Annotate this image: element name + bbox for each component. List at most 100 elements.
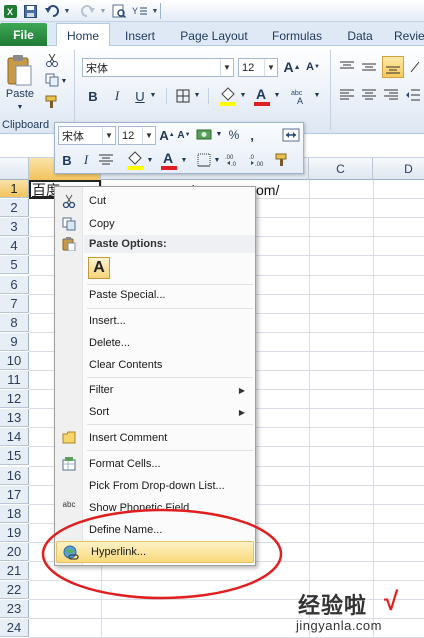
redo-icon[interactable] [77, 3, 97, 19]
mini-fill-color-dropdown-icon[interactable]: ▼ [146, 155, 154, 165]
align-middle-icon[interactable] [360, 58, 378, 76]
font-size-combo[interactable]: 12 ▼ [238, 58, 278, 77]
mini-borders-icon[interactable] [195, 151, 213, 169]
mini-font-size-dropdown-icon[interactable]: ▼ [142, 127, 155, 144]
mini-font-size-combo[interactable]: 12 ▼ [118, 126, 156, 145]
row-header-7[interactable]: 7 [0, 294, 29, 313]
font-name-combo[interactable]: 宋体 ▼ [82, 58, 234, 77]
row-header-10[interactable]: 10 [0, 351, 29, 370]
mini-grow-font-icon[interactable]: A ▲ [159, 126, 175, 144]
row-header-12[interactable]: 12 [0, 390, 29, 409]
italic-button[interactable]: I [108, 86, 126, 106]
menu-item-cut[interactable]: Cut [55, 190, 255, 212]
tab-data[interactable]: Data [340, 26, 380, 46]
mini-percent-button[interactable]: % [227, 126, 241, 144]
undo-icon[interactable] [43, 3, 63, 19]
mini-format-painter-icon[interactable] [273, 151, 291, 169]
row-header-19[interactable]: 19 [0, 523, 29, 542]
shrink-font-icon[interactable]: A ▼ [304, 57, 322, 77]
mini-align-center-icon[interactable] [97, 151, 115, 169]
menu-item-paste-special[interactable]: Paste Special... [55, 284, 255, 306]
row-header-11[interactable]: 11 [0, 371, 29, 389]
menu-item-pick-from-list[interactable]: Pick From Drop-down List... [55, 475, 255, 497]
fill-color-icon[interactable] [218, 85, 238, 107]
redo-dropdown-icon[interactable]: ▼ [99, 3, 107, 19]
tab-file[interactable]: File [0, 23, 47, 46]
font-color-dropdown-icon[interactable]: ▼ [273, 90, 281, 100]
mini-increase-decimal-icon[interactable]: .00.0 [225, 151, 247, 169]
tab-insert[interactable]: Insert [116, 26, 164, 46]
mini-font-color-icon[interactable]: A [159, 149, 179, 171]
borders-icon[interactable] [174, 87, 192, 105]
mini-decrease-decimal-icon[interactable]: .0.00 [249, 151, 271, 169]
select-all-corner[interactable] [0, 158, 29, 180]
menu-item-filter[interactable]: Filter ▶ [55, 379, 255, 401]
menu-item-format-cells[interactable]: Format Cells... [55, 453, 255, 475]
align-top-icon[interactable] [338, 58, 356, 76]
mini-shrink-font-icon[interactable]: A ▼ [177, 126, 191, 144]
orientation-icon[interactable] [408, 58, 422, 76]
menu-item-copy[interactable]: Copy [55, 213, 255, 235]
font-name-dropdown-icon[interactable]: ▼ [220, 59, 233, 76]
column-header-d[interactable]: D [373, 158, 424, 180]
mini-font-color-dropdown-icon[interactable]: ▼ [180, 155, 188, 165]
row-header-17[interactable]: 17 [0, 485, 29, 504]
row-header-21[interactable]: 21 [0, 562, 29, 580]
row-header-18[interactable]: 18 [0, 504, 29, 523]
row-header-24[interactable]: 24 [0, 619, 29, 638]
phonetic-guide-icon[interactable]: abc A [290, 86, 312, 106]
align-bottom-icon[interactable] [382, 56, 404, 78]
copy-icon[interactable] [44, 72, 60, 88]
cut-icon[interactable] [44, 52, 60, 68]
mini-fill-color-icon[interactable] [125, 149, 145, 171]
row-header-15[interactable]: 15 [0, 447, 29, 466]
paste-button-label[interactable]: Paste [3, 86, 37, 102]
tab-review[interactable]: Revie [394, 26, 424, 46]
menu-item-delete[interactable]: Delete... [55, 332, 255, 354]
fill-color-dropdown-icon[interactable]: ▼ [239, 90, 247, 100]
phonetic-dropdown-icon[interactable]: ▼ [313, 90, 321, 100]
borders-dropdown-icon[interactable]: ▼ [193, 90, 201, 100]
menu-item-insert[interactable]: Insert... [55, 310, 255, 332]
menu-item-clear-contents[interactable]: Clear Contents [55, 354, 255, 376]
mini-font-name-combo[interactable]: 宋体 ▼ [58, 126, 116, 145]
paste-dropdown-icon[interactable]: ▼ [12, 102, 28, 112]
decrease-indent-icon[interactable] [404, 86, 422, 104]
row-header-6[interactable]: 6 [0, 275, 29, 294]
row-header-5[interactable]: 5 [0, 256, 29, 275]
row-header-13[interactable]: 13 [0, 409, 29, 428]
align-center-icon[interactable] [360, 86, 378, 104]
copy-dropdown-icon[interactable]: ▼ [60, 76, 68, 86]
bold-button[interactable]: B [84, 86, 102, 106]
grow-font-icon[interactable]: A ▲ [283, 57, 301, 77]
menu-item-sort[interactable]: Sort ▶ [55, 401, 255, 423]
mini-borders-dropdown-icon[interactable]: ▼ [213, 155, 221, 165]
mini-accounting-dropdown-icon[interactable]: ▼ [215, 129, 223, 139]
tab-page-layout[interactable]: Page Layout [176, 26, 252, 46]
excel-app-icon[interactable]: X [3, 3, 17, 19]
filter-sort-icon[interactable]: Y [131, 3, 149, 19]
customize-qat-icon[interactable]: ▼ [151, 3, 159, 19]
tab-home[interactable]: Home [56, 23, 110, 47]
row-header-4[interactable]: 4 [0, 237, 29, 256]
tab-formulas[interactable]: Formulas [264, 26, 330, 46]
row-header-16[interactable]: 16 [0, 466, 29, 485]
mini-italic-button[interactable]: I [79, 151, 93, 169]
paste-option-keep-text-button[interactable]: A [88, 257, 110, 279]
underline-dropdown-icon[interactable]: ▼ [149, 90, 157, 100]
mini-bold-button[interactable]: B [59, 151, 75, 169]
row-header-20[interactable]: 20 [0, 542, 29, 561]
mini-font-name-dropdown-icon[interactable]: ▼ [102, 127, 115, 144]
undo-dropdown-icon[interactable]: ▼ [63, 3, 71, 19]
mini-merge-center-icon[interactable] [281, 126, 301, 144]
row-header-8[interactable]: 8 [0, 313, 29, 332]
column-header-c[interactable]: C [309, 158, 373, 180]
font-color-icon[interactable]: A [252, 85, 272, 107]
align-left-icon[interactable] [338, 86, 356, 104]
mini-accounting-format-icon[interactable] [195, 126, 215, 144]
row-header-23[interactable]: 23 [0, 600, 29, 619]
print-preview-icon[interactable] [111, 3, 127, 19]
format-painter-icon[interactable] [44, 94, 60, 110]
row-header-9[interactable]: 9 [0, 332, 29, 351]
underline-button[interactable]: U [132, 86, 148, 106]
